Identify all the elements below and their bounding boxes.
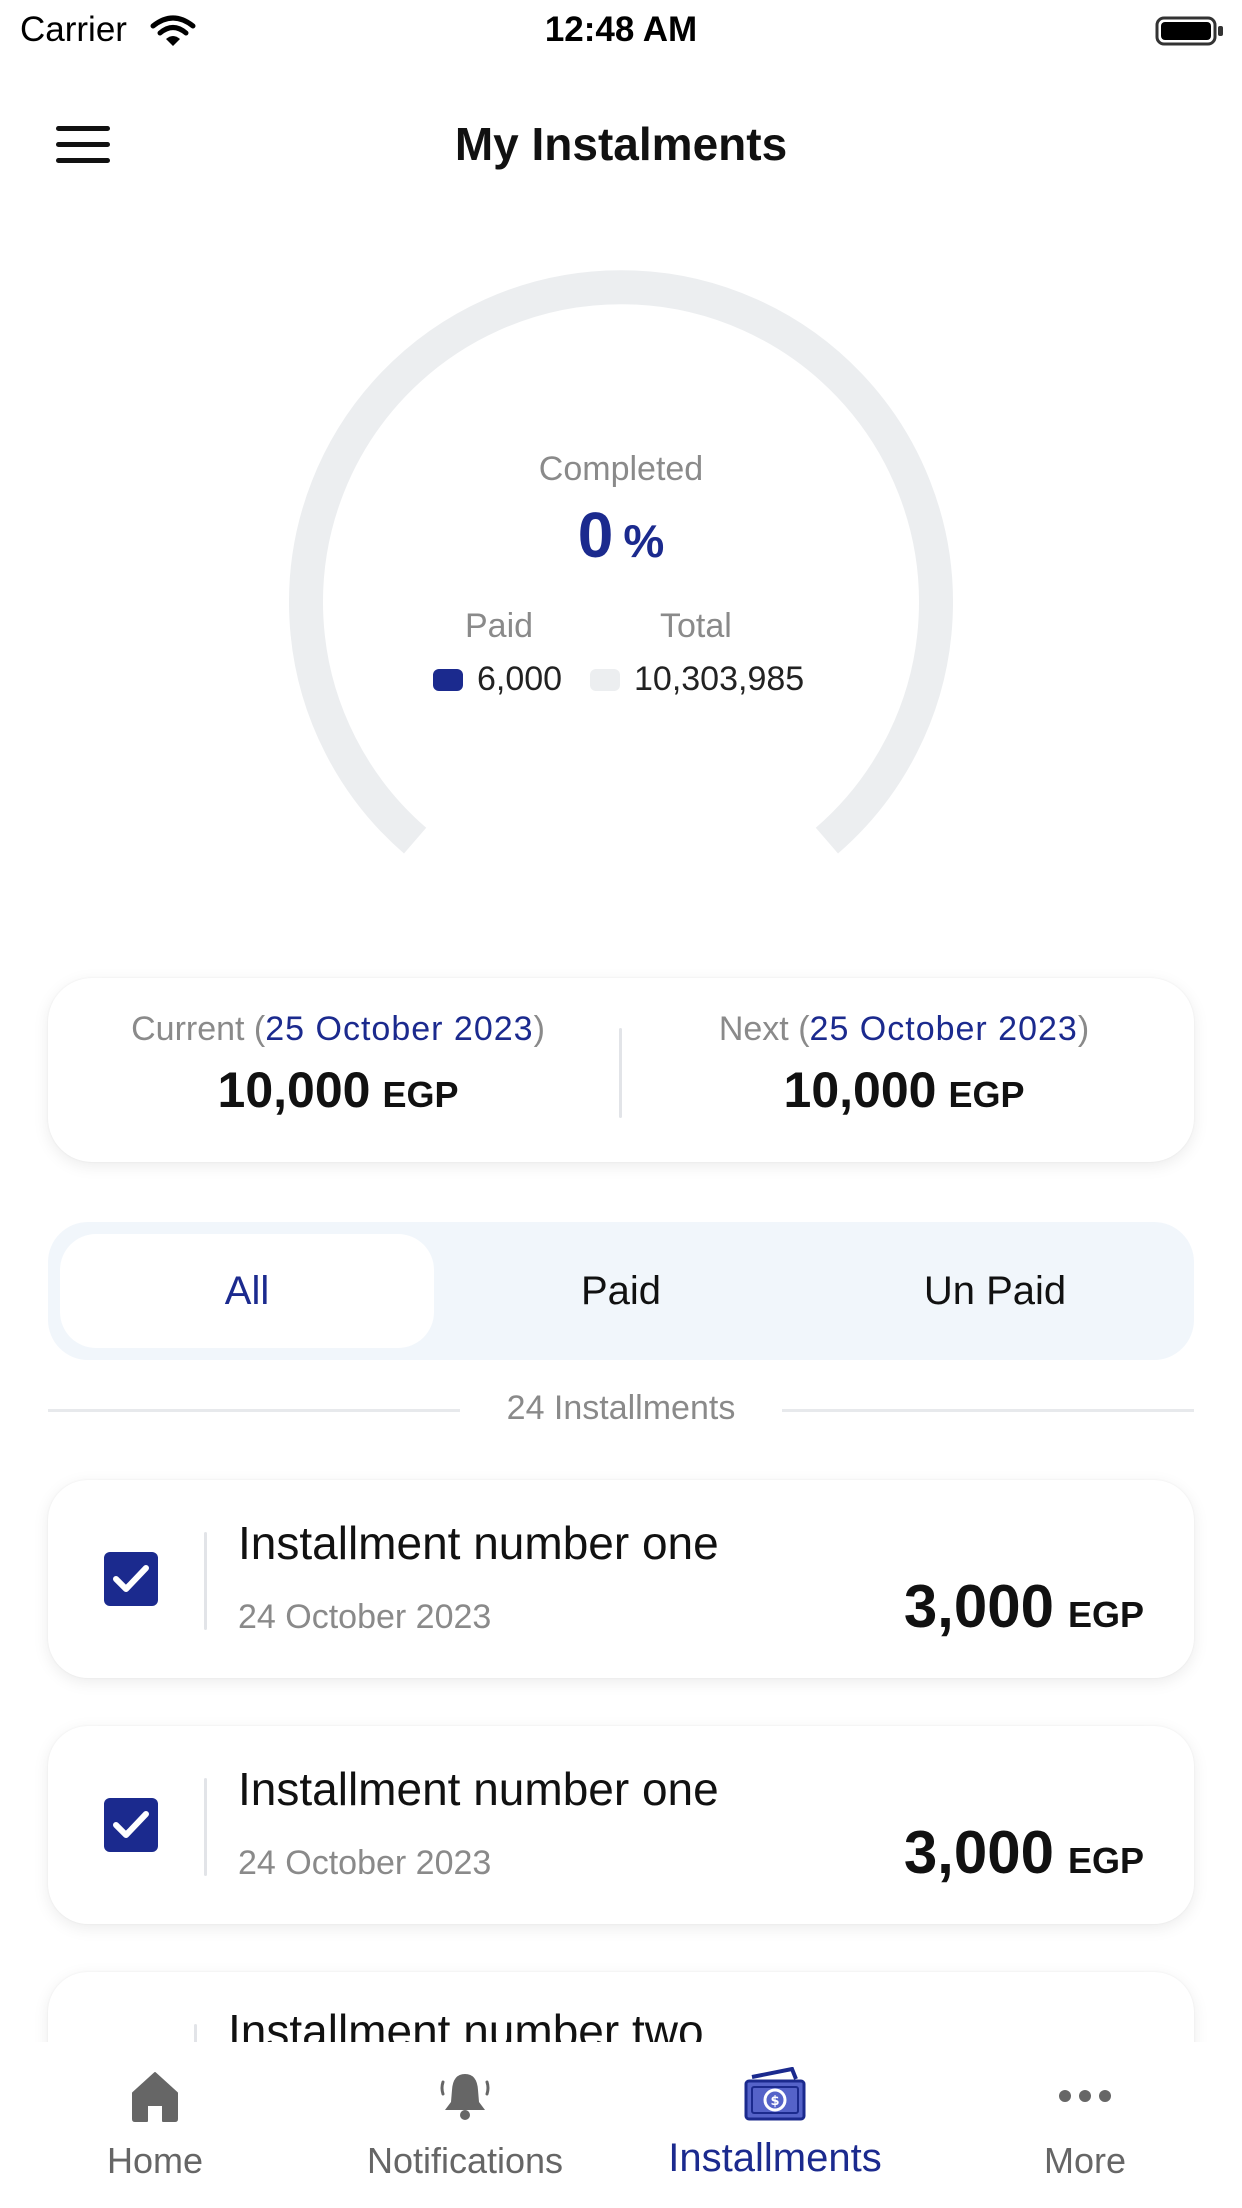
page-title: My Instalments [454, 118, 788, 170]
installment-amount: 3,000 EGP [904, 1818, 1144, 1887]
tabbar-installments[interactable]: $ Installments [620, 2042, 930, 2208]
next-label: Next (25 October 2023) [624, 1010, 1184, 1049]
next-date: 25 October 2023 [809, 1010, 1078, 1048]
paid-value: 6,000 [477, 660, 563, 698]
installment-date: 24 October 2023 [238, 1598, 492, 1636]
card-separator [194, 2024, 197, 2042]
current-label: Current (25 October 2023) [58, 1010, 618, 1049]
progress-gauge: Completed 0% Paid Total 6,000 10,303,985 [270, 260, 972, 900]
completion-percent-value: 0 [577, 499, 614, 571]
tabbar-more-label: More [1043, 2140, 1127, 2181]
tab-all[interactable]: All [60, 1234, 434, 1348]
installment-card[interactable]: Installment number one 24 October 2023 3… [48, 1726, 1194, 1924]
installments-list[interactable]: Installment number one 24 October 2023 3… [0, 1460, 1242, 2042]
paid-checkbox[interactable] [104, 1552, 158, 1606]
installment-currency: EGP [1067, 1840, 1144, 1881]
next-amount-value: 10,000 [783, 1062, 937, 1118]
completed-label: Completed [538, 450, 704, 488]
current-label-text: Current [131, 1010, 245, 1048]
gauge-ring [289, 270, 953, 854]
installment-amount-value: 3,000 [903, 1819, 1054, 1886]
status-bar: Carrier 12:48 AM [0, 0, 1242, 64]
current-close-paren: ) [533, 1010, 545, 1048]
paid-legend: 6,000 [433, 660, 562, 699]
summary-card: Current (25 October 2023) 10,000 EGP Next… [48, 978, 1194, 1162]
next-amount: 10,000 EGP [624, 1061, 1184, 1119]
paid-checkbox[interactable] [104, 1798, 158, 1852]
total-value: 10,303,985 [634, 660, 805, 698]
completion-percent: 0% [270, 498, 972, 572]
current-amount: 10,000 EGP [58, 1061, 618, 1119]
paid-swatch [433, 668, 463, 691]
next-open-paren: ( [788, 1010, 810, 1048]
tab-unpaid[interactable]: Un Paid [808, 1234, 1182, 1348]
checkmark-icon [113, 1565, 149, 1592]
summary-divider [619, 1028, 622, 1118]
next-installment-summary: Next (25 October 2023) 10,000 EGP [624, 1010, 1184, 1119]
tab-paid[interactable]: Paid [434, 1234, 808, 1348]
total-swatch [590, 668, 620, 691]
svg-text:$: $ [770, 2094, 779, 2109]
installment-amount: 3,000 EGP [904, 1572, 1144, 1641]
total-legend: 10,303,985 [590, 660, 804, 699]
home-icon [0, 2064, 310, 2128]
installment-title: Installment number two [228, 2005, 704, 2042]
card-separator [204, 1532, 207, 1630]
bottom-tab-bar: Home Notifications $ Installments More [0, 2042, 1242, 2208]
installment-card[interactable]: Installment number one 24 October 2023 3… [48, 1480, 1194, 1678]
divider-line [782, 1409, 1194, 1412]
installment-title: Installment number one [238, 1517, 719, 1569]
next-close-paren: ) [1077, 1010, 1090, 1048]
tabbar-installments-label: Installments [668, 2136, 882, 2180]
tabbar-home-label: Home [106, 2140, 204, 2181]
money-icon: $ [620, 2064, 930, 2128]
current-installment-summary: Current (25 October 2023) 10,000 EGP [58, 1010, 618, 1119]
bell-icon [310, 2064, 620, 2128]
battery-icon [1155, 16, 1223, 46]
current-date: 25 October 2023 [265, 1010, 534, 1048]
installments-count-divider: 24 Installments [48, 1385, 1194, 1437]
tabbar-notifications-label: Notifications [366, 2140, 564, 2181]
installment-title: Installment number one [238, 1763, 719, 1815]
tabbar-home[interactable]: Home [0, 2042, 310, 2208]
checkmark-icon [113, 1811, 149, 1838]
installment-currency: EGP [1067, 1594, 1144, 1635]
installment-card[interactable]: Installment number two [48, 1972, 1194, 2042]
next-label-text: Next [718, 1010, 789, 1048]
card-separator [204, 1778, 207, 1876]
tabbar-more[interactable]: More [930, 2042, 1240, 2208]
status-time: 12:48 AM [544, 10, 698, 49]
current-amount-value: 10,000 [217, 1062, 371, 1118]
tabbar-notifications[interactable]: Notifications [310, 2042, 620, 2208]
current-open-paren: ( [244, 1010, 266, 1048]
next-currency: EGP [948, 1074, 1025, 1115]
installment-date: 24 October 2023 [238, 1844, 492, 1882]
more-dots-icon [930, 2064, 1240, 2128]
current-currency: EGP [382, 1074, 459, 1115]
paid-legend-label: Paid [465, 607, 534, 645]
installment-amount-value: 3,000 [903, 1573, 1054, 1640]
total-legend-label: Total [660, 607, 732, 645]
filter-tabs: All Paid Un Paid [48, 1222, 1194, 1360]
completion-percent-unit: % [623, 515, 665, 567]
